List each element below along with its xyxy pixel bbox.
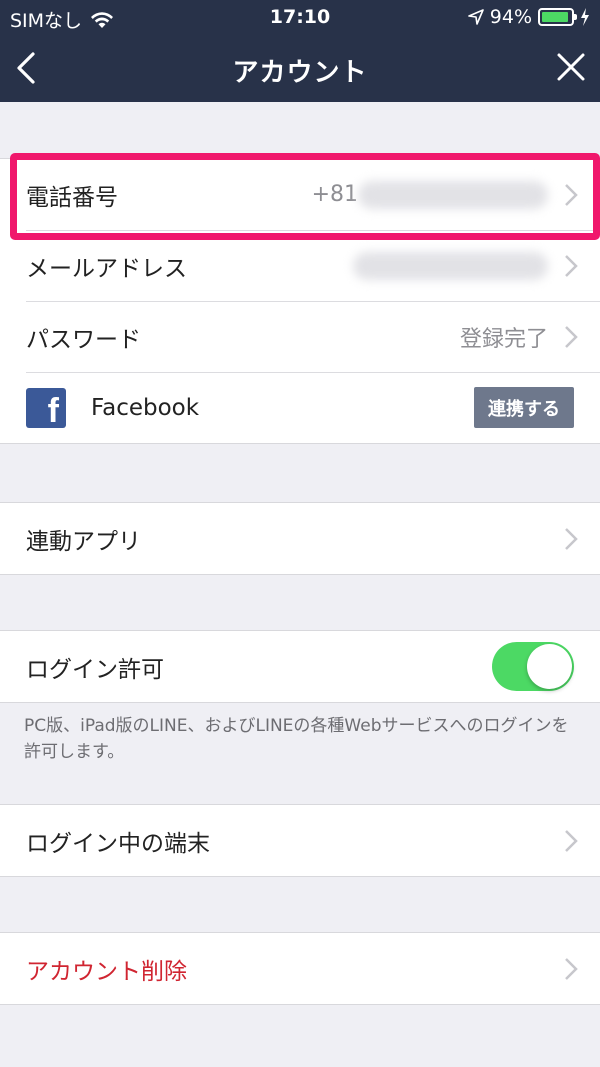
phone-number-value: +81 <box>311 181 358 207</box>
chevron-right-icon <box>565 830 578 852</box>
battery-level <box>542 12 569 22</box>
facebook-link-button[interactable]: 連携する <box>474 387 574 428</box>
redacted-phone-digits <box>358 180 548 209</box>
devices-section: ログイン中の端末 <box>0 804 600 877</box>
linked-apps-label: 連動アプリ <box>26 528 141 555</box>
location-arrow-icon <box>467 9 484 25</box>
password-status: 登録完了 <box>459 326 548 352</box>
status-bar: SIMなし 17:10 94% <box>0 0 600 34</box>
redacted-email <box>353 251 548 280</box>
logged-in-devices-label: ログイン中の端末 <box>26 830 210 857</box>
chevron-right-icon <box>565 958 578 980</box>
login-allow-row: ログイン許可 <box>0 631 600 702</box>
toggle-knob <box>527 644 572 689</box>
phone-number-row[interactable]: 電話番号 +81 <box>0 159 600 230</box>
navigation-bar: アカウント <box>0 34 600 102</box>
delete-account-label: アカウント削除 <box>26 958 187 985</box>
linked-apps-row[interactable]: 連動アプリ <box>0 503 600 574</box>
facebook-icon: f <box>26 387 66 430</box>
phone-number-label: 電話番号 <box>26 184 118 211</box>
login-allow-label: ログイン許可 <box>26 656 164 683</box>
app-header: SIMなし 17:10 94% アカウント <box>0 0 600 102</box>
password-label: パスワード <box>26 326 141 353</box>
chevron-right-icon <box>565 184 578 206</box>
chevron-right-icon <box>565 528 578 550</box>
logged-in-devices-row[interactable]: ログイン中の端末 <box>0 805 600 876</box>
battery-icon <box>538 8 577 26</box>
account-section: 電話番号 +81 メールアドレス パスワード 登録完了 f Facebook 連… <box>0 158 600 444</box>
facebook-label: Facebook <box>91 394 200 421</box>
password-row[interactable]: パスワード 登録完了 <box>0 301 600 372</box>
login-allow-description: PC版、iPad版のLINE、およびLINEの各種Webサービスへのログインを許… <box>24 716 569 762</box>
facebook-row: f Facebook 連携する <box>0 372 600 443</box>
delete-account-section: アカウント削除 <box>0 932 600 1005</box>
email-address-label: メールアドレス <box>26 255 187 282</box>
battery-percent: 94% <box>489 6 532 28</box>
delete-account-row[interactable]: アカウント削除 <box>0 933 600 1004</box>
chevron-right-icon <box>565 255 578 277</box>
page-title: アカウント <box>232 58 368 88</box>
linked-apps-section: 連動アプリ <box>0 502 600 575</box>
charging-bolt-icon <box>581 8 589 26</box>
login-allow-section: ログイン許可 <box>0 630 600 703</box>
close-icon[interactable] <box>556 52 586 82</box>
chevron-right-icon <box>565 326 578 348</box>
email-address-row[interactable]: メールアドレス <box>0 230 600 301</box>
login-allow-toggle[interactable] <box>492 642 574 691</box>
